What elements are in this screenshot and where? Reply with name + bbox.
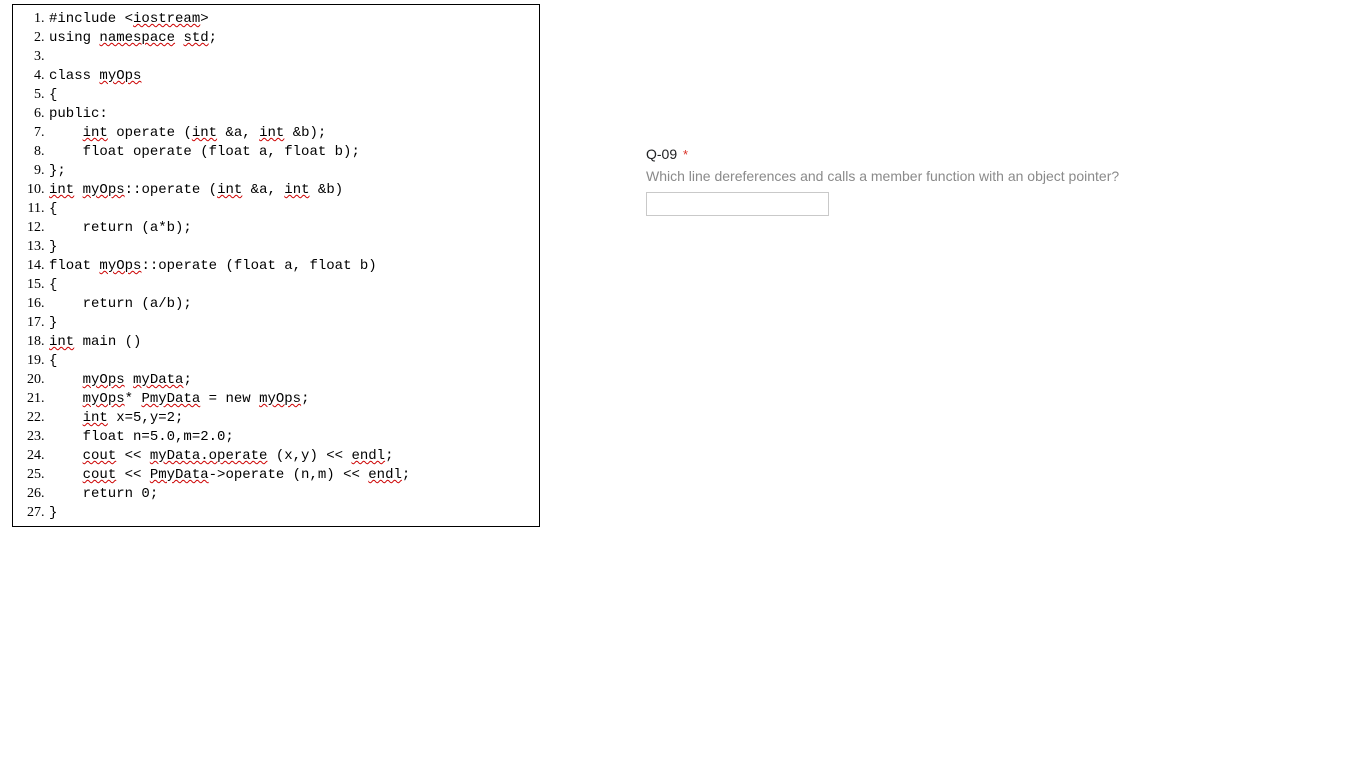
line-number: 21 — [17, 389, 41, 408]
code-line: 4.class myOps — [17, 66, 531, 85]
code-text: { — [47, 276, 57, 295]
code-line: 13.} — [17, 237, 531, 256]
line-number: 23 — [17, 427, 41, 446]
code-line: 27.} — [17, 503, 531, 522]
line-number: 12 — [17, 218, 41, 237]
line-number: 24 — [17, 446, 41, 465]
code-text: return (a/b); — [47, 295, 192, 314]
line-number: 11 — [17, 199, 41, 218]
code-line: 9.}; — [17, 161, 531, 180]
line-number: 10 — [17, 180, 41, 199]
line-number: 16 — [17, 294, 41, 313]
code-line: 7. int operate (int &a, int &b); — [17, 123, 531, 142]
code-text: cout << myData.operate (x,y) << endl; — [47, 447, 393, 466]
line-number: 5 — [17, 85, 41, 104]
page-root: 1.#include <iostream>2.using namespace s… — [0, 0, 1366, 768]
line-number: 2 — [17, 28, 41, 47]
code-line: 23. float n=5.0,m=2.0; — [17, 427, 531, 446]
line-number: 19 — [17, 351, 41, 370]
line-number: 4 — [17, 66, 41, 85]
line-number: 14 — [17, 256, 41, 275]
code-line: 11.{ — [17, 199, 531, 218]
code-line: 17.} — [17, 313, 531, 332]
code-line: 15.{ — [17, 275, 531, 294]
code-text: myOps* PmyData = new myOps; — [47, 390, 309, 409]
code-line: 10.int myOps::operate (int &a, int &b) — [17, 180, 531, 199]
code-text: } — [47, 314, 57, 333]
line-number: 22 — [17, 408, 41, 427]
code-line: 24. cout << myData.operate (x,y) << endl… — [17, 446, 531, 465]
code-text: int myOps::operate (int &a, int &b) — [47, 181, 343, 200]
code-line: 12. return (a*b); — [17, 218, 531, 237]
code-line: 19.{ — [17, 351, 531, 370]
line-number: 7 — [17, 123, 41, 142]
answer-input[interactable] — [646, 192, 829, 216]
code-text: int x=5,y=2; — [47, 409, 183, 428]
code-line: 25. cout << PmyData->operate (n,m) << en… — [17, 465, 531, 484]
code-text: cout << PmyData->operate (n,m) << endl; — [47, 466, 410, 485]
code-line: 22. int x=5,y=2; — [17, 408, 531, 427]
code-line: 6.public: — [17, 104, 531, 123]
question-number: Q-09 * — [646, 146, 1206, 162]
code-line: 16. return (a/b); — [17, 294, 531, 313]
code-text: { — [47, 200, 57, 219]
code-text: int main () — [47, 333, 141, 352]
code-text: return (a*b); — [47, 219, 192, 238]
line-number: 8 — [17, 142, 41, 161]
code-text: float operate (float a, float b); — [47, 143, 360, 162]
code-text: } — [47, 238, 57, 257]
line-number: 17 — [17, 313, 41, 332]
code-text: return 0; — [47, 485, 158, 504]
code-line: 5.{ — [17, 85, 531, 104]
line-number: 26 — [17, 484, 41, 503]
code-text: float n=5.0,m=2.0; — [47, 428, 234, 447]
question-prompt: Which line dereferences and calls a memb… — [646, 168, 1206, 184]
code-text: { — [47, 86, 57, 105]
code-line: 21. myOps* PmyData = new myOps; — [17, 389, 531, 408]
code-line: 2.using namespace std; — [17, 28, 531, 47]
code-line: 26. return 0; — [17, 484, 531, 503]
line-number: 25 — [17, 465, 41, 484]
code-text: public: — [47, 105, 108, 124]
code-text: }; — [47, 162, 66, 181]
code-line: 3. — [17, 47, 531, 66]
line-number: 6 — [17, 104, 41, 123]
line-number: 1 — [17, 9, 41, 28]
required-asterisk: * — [683, 147, 688, 162]
code-line: 8. float operate (float a, float b); — [17, 142, 531, 161]
question-number-text: Q-09 — [646, 146, 677, 162]
line-number: 9 — [17, 161, 41, 180]
code-line: 1.#include <iostream> — [17, 9, 531, 28]
question-panel: Q-09 * Which line dereferences and calls… — [646, 146, 1206, 216]
line-number: 13 — [17, 237, 41, 256]
code-text: #include <iostream> — [47, 10, 209, 29]
line-number: 3 — [17, 47, 41, 66]
line-number: 20 — [17, 370, 41, 389]
code-line: 18.int main () — [17, 332, 531, 351]
code-text: { — [47, 352, 57, 371]
code-text: } — [47, 504, 57, 523]
code-text: float myOps::operate (float a, float b) — [47, 257, 377, 276]
code-text: class myOps — [47, 67, 141, 86]
line-number: 27 — [17, 503, 41, 522]
line-number-dot: . — [41, 47, 47, 66]
line-number: 15 — [17, 275, 41, 294]
code-text: int operate (int &a, int &b); — [47, 124, 326, 143]
code-line: 14.float myOps::operate (float a, float … — [17, 256, 531, 275]
code-line: 20. myOps myData; — [17, 370, 531, 389]
code-listing-box: 1.#include <iostream>2.using namespace s… — [12, 4, 540, 527]
code-text: using namespace std; — [47, 29, 217, 48]
line-number: 18 — [17, 332, 41, 351]
code-text: myOps myData; — [47, 371, 192, 390]
